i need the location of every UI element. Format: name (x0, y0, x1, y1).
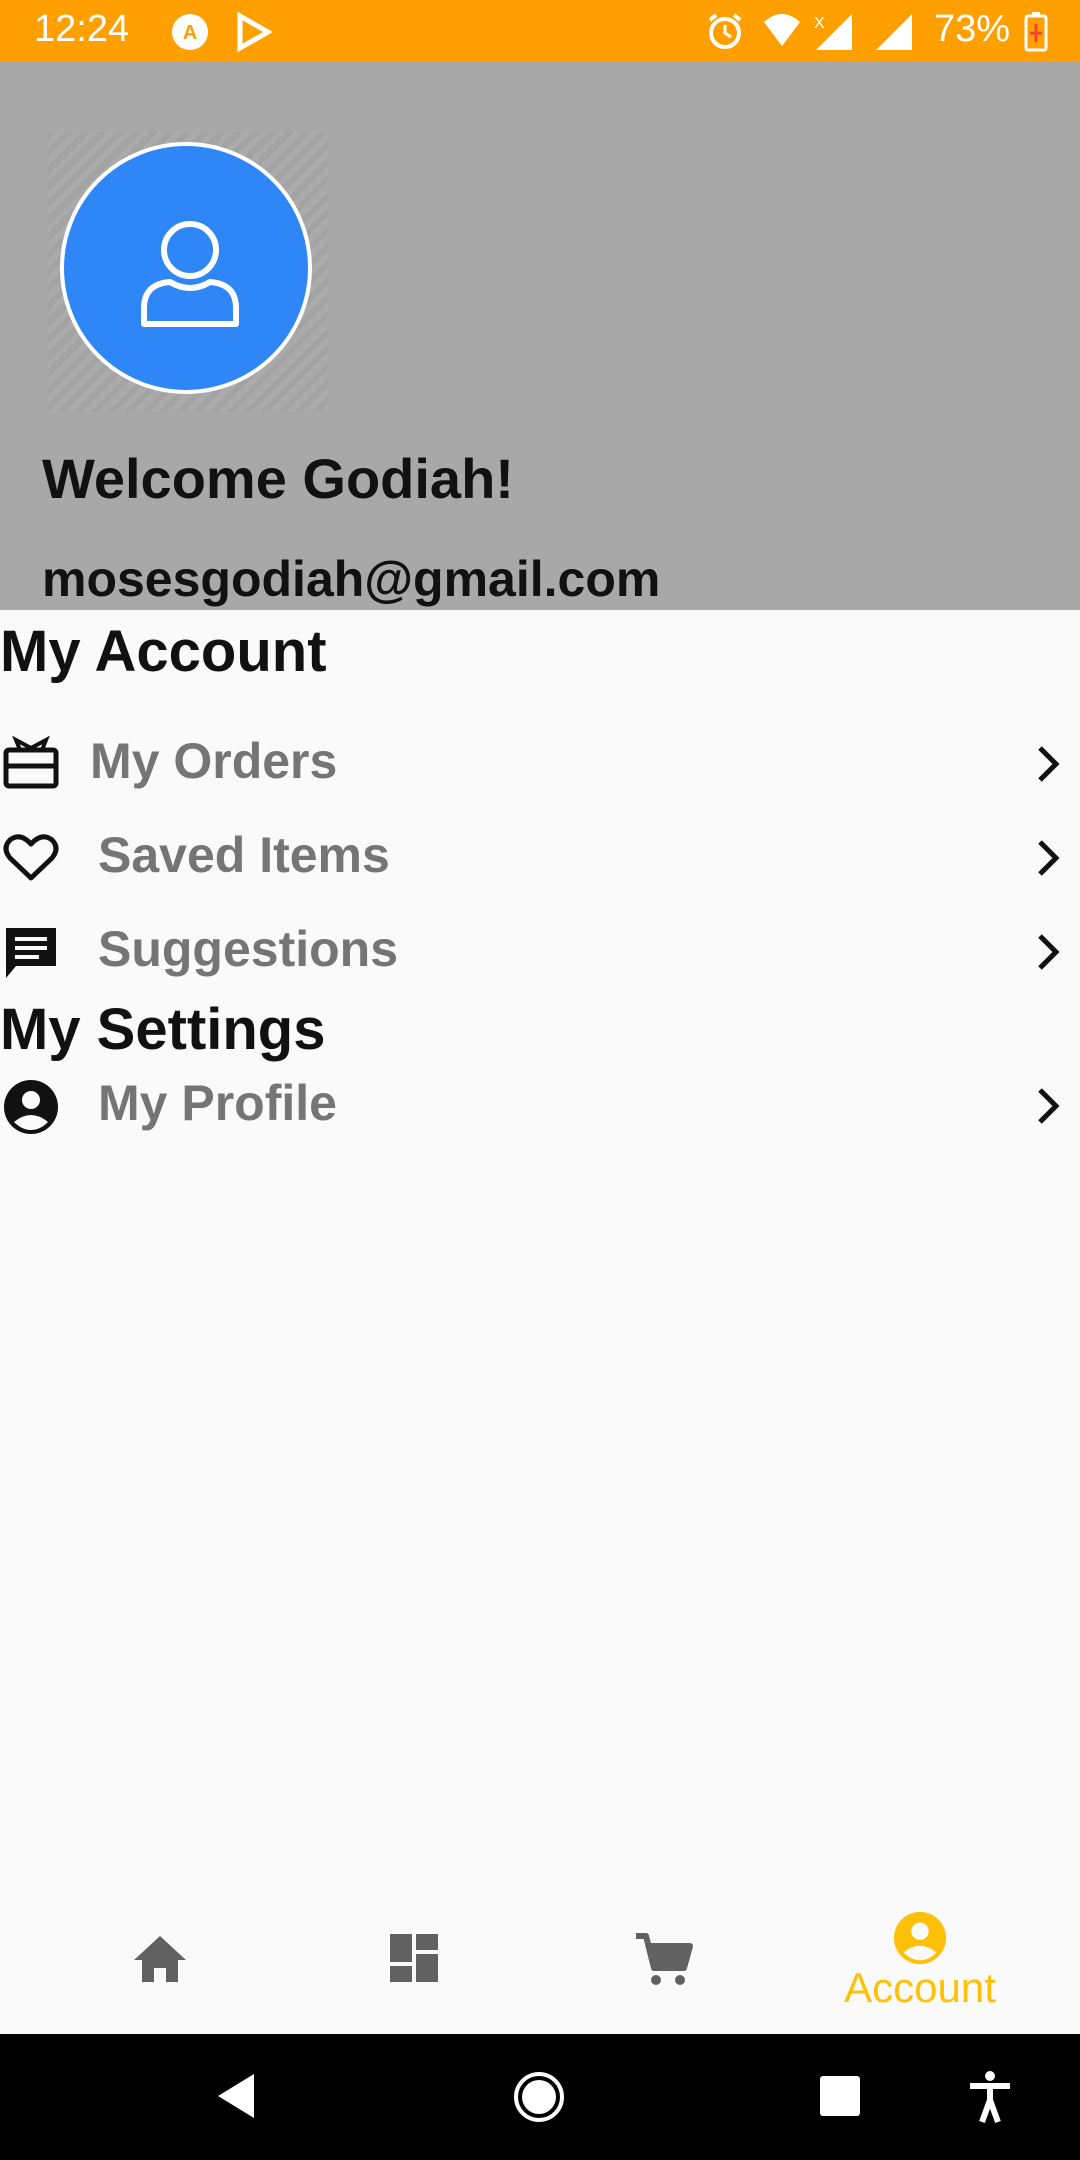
chevron-right-icon (1034, 1086, 1064, 1131)
menu-item-label: My Orders (90, 733, 338, 789)
user-email: mosesgodiah@gmail.com (42, 551, 661, 607)
svg-text:X: X (814, 15, 825, 32)
home-icon (132, 1934, 188, 1989)
account-circle-icon (892, 1910, 948, 1971)
recents-icon[interactable] (818, 2074, 862, 2123)
menu-item-label: Saved Items (98, 827, 390, 883)
heart-icon (2, 830, 60, 889)
back-icon[interactable] (214, 2072, 258, 2125)
chat-icon (2, 924, 60, 987)
battery-percentage: 73% (934, 8, 1011, 50)
account-circle-icon (2, 1078, 60, 1141)
avatar[interactable] (60, 142, 312, 394)
nav-dashboard[interactable] (312, 1890, 512, 2034)
signal-icon: X (812, 12, 854, 57)
battery-charging-icon (1024, 12, 1048, 57)
home-circle-icon[interactable] (512, 2070, 566, 2129)
wifi-icon (762, 12, 802, 55)
signal-icon (872, 12, 914, 57)
system-navigation-bar (0, 2034, 1080, 2160)
menu-item-label: My Profile (98, 1075, 337, 1131)
svg-text:A: A (183, 22, 197, 44)
accessibility-icon[interactable] (966, 2070, 1014, 2129)
status-bar: 12:24 A X 73% (0, 0, 1080, 62)
menu-item-my-profile[interactable]: My Profile (0, 1060, 1080, 1150)
nav-account-label: Account (844, 1964, 996, 2011)
chevron-right-icon (1034, 932, 1064, 977)
app-notification-icon: A (170, 12, 210, 57)
profile-header: Welcome Godiah! mosesgodiah@gmail.com (0, 62, 1080, 610)
alarm-icon (706, 12, 744, 55)
menu-item-label: Suggestions (98, 921, 399, 977)
my-account-heading: My Account (0, 619, 327, 684)
chevron-right-icon (1034, 838, 1064, 883)
dashboard-icon (388, 1932, 440, 1989)
menu-item-my-orders[interactable]: My Orders (0, 718, 1080, 808)
play-store-icon (236, 11, 274, 57)
bottom-navigation: Account (0, 1890, 1080, 2034)
chevron-right-icon (1034, 744, 1064, 789)
orders-box-icon (2, 735, 60, 795)
menu-item-saved-items[interactable]: Saved Items (0, 812, 1080, 902)
status-time: 12:24 (34, 8, 130, 50)
welcome-text: Welcome Godiah! (42, 447, 514, 510)
cart-icon (634, 1932, 694, 1993)
nav-account[interactable]: Account (820, 1890, 1020, 2034)
nav-home[interactable] (60, 1890, 260, 2034)
nav-cart[interactable] (566, 1890, 766, 2034)
menu-item-suggestions[interactable]: Suggestions (0, 906, 1080, 996)
my-settings-heading: My Settings (0, 997, 326, 1062)
